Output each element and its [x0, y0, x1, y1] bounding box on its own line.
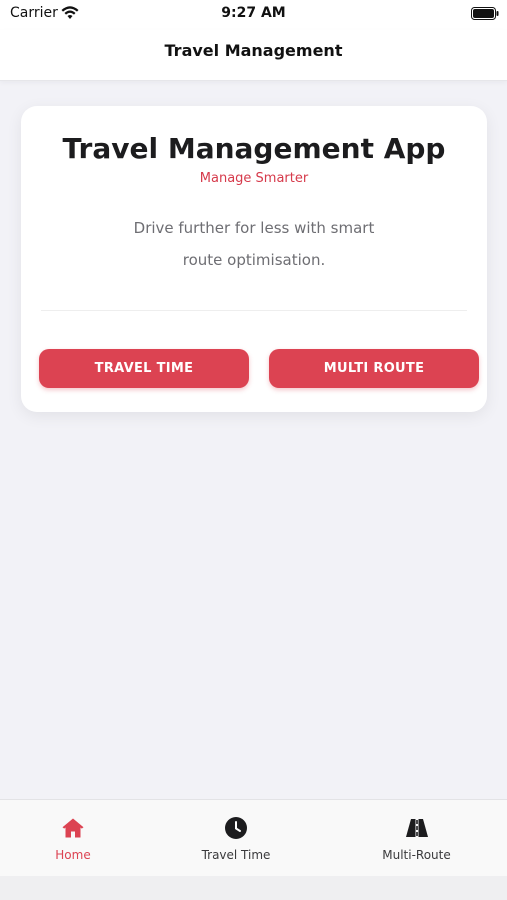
- travel-time-button[interactable]: TRAVEL TIME: [39, 349, 249, 388]
- navigation-bar: Travel Management: [0, 30, 507, 81]
- tab-multi-route[interactable]: Multi-Route: [326, 800, 507, 877]
- status-time: 9:27 AM: [221, 5, 286, 21]
- home-indicator-area: [0, 876, 507, 900]
- tab-label-multi-route: Multi-Route: [382, 848, 451, 862]
- battery-icon: [471, 7, 499, 20]
- card-description: Drive further for less with smart route …: [81, 212, 427, 276]
- tab-home[interactable]: Home: [0, 800, 146, 877]
- multi-route-button[interactable]: MULTI ROUTE: [269, 349, 479, 388]
- tab-travel-time[interactable]: Travel Time: [146, 800, 326, 877]
- app-screen: Carrier 9:27 AM Travel Management Travel…: [0, 0, 507, 900]
- tab-label-home: Home: [55, 848, 91, 862]
- tab-label-travel-time: Travel Time: [201, 848, 271, 862]
- home-icon: [62, 818, 84, 838]
- road-icon: [405, 819, 428, 837]
- description-line-1: Drive further for less with smart: [133, 219, 375, 237]
- status-bar: Carrier 9:27 AM: [0, 0, 507, 30]
- tab-bar: Home Travel Time Multi-Route: [0, 799, 507, 876]
- description-line-2: route optimisation.: [182, 251, 326, 269]
- nav-title: Travel Management: [164, 41, 343, 60]
- welcome-card: Travel Management App Manage Smarter Dri…: [21, 106, 487, 412]
- card-divider: [41, 310, 467, 311]
- card-subtitle: Manage Smarter: [199, 171, 309, 186]
- card-title: Travel Management App: [62, 132, 446, 165]
- clock-icon: [225, 817, 247, 839]
